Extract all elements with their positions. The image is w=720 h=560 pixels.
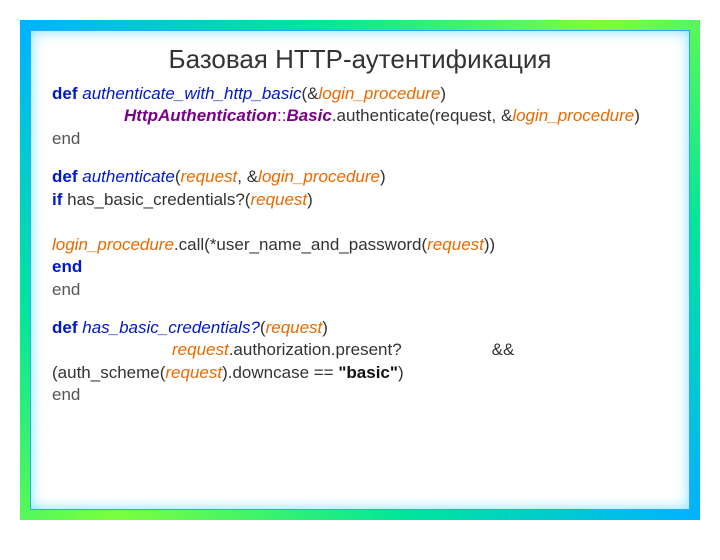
string-literal: "basic" bbox=[338, 363, 398, 382]
keyword-def: def bbox=[52, 167, 78, 186]
method-name: has_basic_credentials? bbox=[82, 318, 260, 337]
argument: request bbox=[250, 190, 307, 209]
argument: login_procedure bbox=[319, 84, 441, 103]
argument: request bbox=[266, 318, 323, 337]
keyword-if: if bbox=[52, 190, 62, 209]
class-name: Basic bbox=[286, 106, 331, 125]
method-name: authenticate_with_http_basic bbox=[82, 84, 301, 103]
method-name: authenticate bbox=[82, 167, 175, 186]
slide-frame: Базовая HTTP-аутентификация def authenti… bbox=[20, 20, 700, 520]
keyword-end: end bbox=[52, 280, 80, 299]
code-block-1: def authenticate_with_http_basic(&login_… bbox=[52, 83, 668, 150]
keyword-end: end bbox=[52, 129, 80, 148]
argument: login_procedure bbox=[258, 167, 380, 186]
argument: request bbox=[181, 167, 238, 186]
argument: login_procedure bbox=[512, 106, 634, 125]
code-block-2: def authenticate(request, &login_procedu… bbox=[52, 166, 668, 301]
keyword-def: def bbox=[52, 84, 78, 103]
slide-title: Базовая HTTP-аутентификация bbox=[52, 44, 668, 75]
code-block-3: def has_basic_credentials?(request) requ… bbox=[52, 317, 668, 407]
variable: login_procedure bbox=[52, 235, 174, 254]
keyword-end: end bbox=[52, 385, 80, 404]
keyword-def: def bbox=[52, 318, 78, 337]
argument: request bbox=[427, 235, 484, 254]
class-name: HttpAuthentication bbox=[124, 106, 277, 125]
argument: request bbox=[165, 363, 222, 382]
variable: request bbox=[172, 340, 229, 359]
keyword-end: end bbox=[52, 257, 82, 276]
